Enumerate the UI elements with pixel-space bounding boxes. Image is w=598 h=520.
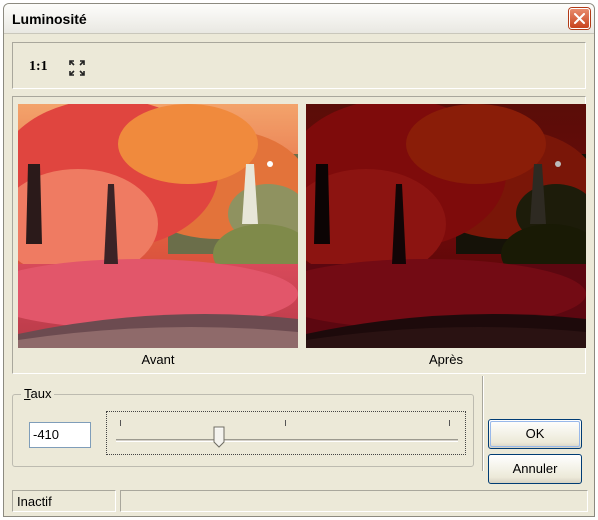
view-toolbar: 1:1 [12, 42, 586, 89]
after-caption: Après [429, 352, 463, 367]
before-caption: Avant [141, 352, 175, 367]
rate-slider[interactable] [106, 411, 466, 455]
rate-groupbox: Taux -410 [12, 386, 474, 467]
rate-label: Taux [21, 386, 55, 401]
luminosity-dialog: Luminosité 1:1 Avant Après Taux -410 OK … [3, 3, 595, 517]
status-bar: Inactif [4, 486, 594, 516]
window-title: Luminosité [12, 11, 87, 27]
close-button[interactable] [569, 8, 590, 29]
vertical-separator [482, 376, 484, 471]
actual-size-button[interactable]: 1:1 [29, 59, 48, 75]
after-preview-image [306, 104, 586, 348]
preview-panel: Avant Après [12, 96, 586, 374]
slider-tick-max [449, 420, 450, 426]
slider-thumb[interactable] [213, 426, 225, 448]
slider-track [116, 439, 458, 442]
slider-tick-mid [285, 420, 286, 426]
cancel-button[interactable]: Annuler [488, 454, 582, 484]
ok-button[interactable]: OK [488, 419, 582, 449]
slider-tick-min [120, 420, 121, 426]
status-pane-secondary [120, 490, 588, 512]
close-icon [574, 13, 585, 24]
fit-to-window-icon[interactable] [68, 59, 86, 77]
rate-value-field[interactable]: -410 [29, 422, 91, 448]
before-preview-image [18, 104, 298, 348]
title-bar[interactable]: Luminosité [4, 4, 594, 34]
status-text: Inactif [12, 490, 116, 512]
